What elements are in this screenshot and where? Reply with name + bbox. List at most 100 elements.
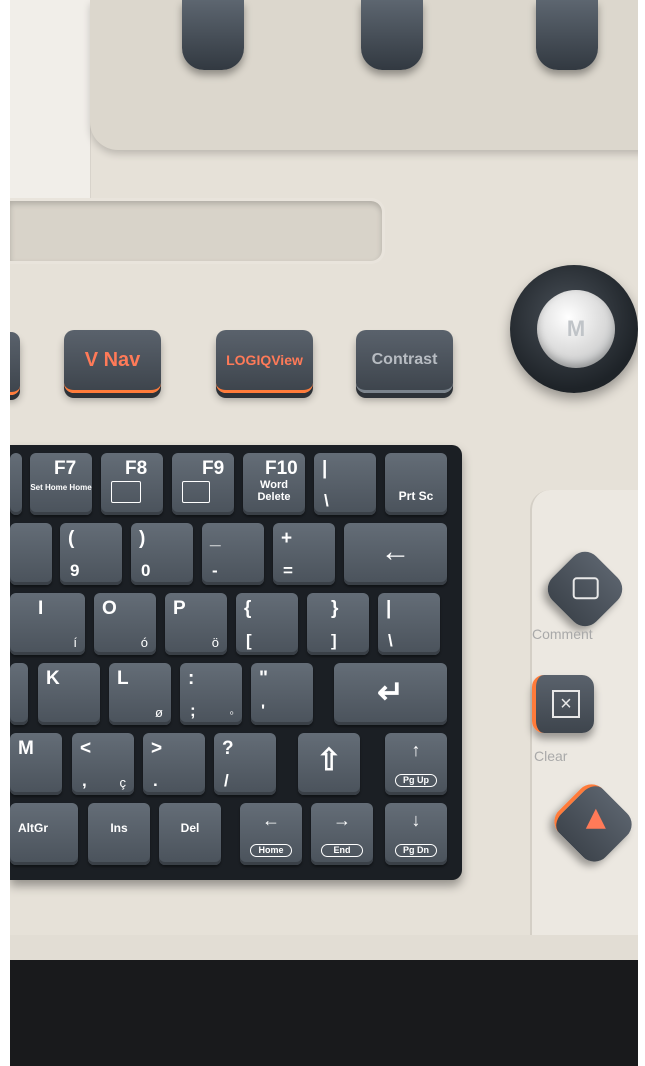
- contrast-button[interactable]: Contrast: [356, 330, 453, 393]
- key-f7-label: F7: [54, 458, 77, 479]
- key-prtsc[interactable]: Prt Sc: [385, 453, 447, 515]
- key-enter[interactable]: ↵: [334, 663, 447, 725]
- key-lt-top: <: [80, 738, 92, 759]
- v-nav-button[interactable]: V Nav: [64, 330, 161, 393]
- key-pgup[interactable]: ↑ Pg Up: [385, 733, 447, 795]
- key-quote[interactable]: " ': [251, 663, 313, 725]
- clear-label: Clear: [534, 748, 568, 764]
- knob-panel: [90, 0, 638, 150]
- key-prtsc-label: Prt Sc: [398, 489, 434, 503]
- clear-button[interactable]: ×: [532, 675, 594, 733]
- key-equals[interactable]: + =: [273, 523, 335, 585]
- key-l-alt: ø: [155, 705, 163, 720]
- logiqview-button[interactable]: LOGIQView: [216, 330, 313, 393]
- key-f8[interactable]: F8: [101, 453, 163, 515]
- key-gt-bottom: .: [153, 771, 158, 790]
- key-backslash-top: |: [386, 598, 392, 619]
- key-colon-alt: ◦: [229, 705, 234, 720]
- key-ins[interactable]: Ins: [88, 803, 150, 865]
- key-equals-top: +: [281, 528, 293, 549]
- page-icon: [111, 481, 141, 503]
- key-question-top: ?: [222, 738, 234, 759]
- key-l[interactable]: L ø: [109, 663, 171, 725]
- key-o[interactable]: O ó: [94, 593, 156, 655]
- key-end-label: End: [321, 844, 363, 857]
- key-backslash-bottom: \: [388, 631, 393, 650]
- key-f10[interactable]: F10 Word Delete: [243, 453, 305, 515]
- key-p-label: P: [173, 598, 186, 619]
- key-altgr[interactable]: AltGr: [10, 803, 78, 865]
- side-panel: Comment × Clear: [530, 490, 638, 965]
- key-right-bracket[interactable]: } ]: [307, 593, 369, 655]
- key-9-top: (: [68, 528, 75, 549]
- keyboard: F7 Set Home Home F8 F9 F10 Word Delete |…: [10, 445, 462, 880]
- partial-button[interactable]: [10, 332, 20, 395]
- key-0-top: ): [139, 528, 146, 549]
- comment-button[interactable]: [541, 545, 629, 633]
- key-rbrace-top: }: [331, 598, 339, 619]
- key-minus-bottom: -: [212, 561, 218, 580]
- trackball[interactable]: M: [537, 290, 615, 368]
- key-f7[interactable]: F7 Set Home Home: [30, 453, 92, 515]
- key-f10-label: F10: [265, 458, 298, 479]
- key-del[interactable]: Del: [159, 803, 221, 865]
- key-f7-sub: Set Home Home: [30, 483, 92, 492]
- key-pipe-top: |: [322, 458, 328, 479]
- key-l-label: L: [117, 668, 129, 689]
- up-arrow-icon: ↑: [411, 740, 421, 760]
- key-rbrace-bottom: ]: [331, 631, 337, 650]
- logiqview-label: LOGIQView: [226, 352, 303, 368]
- key-o-alt: ó: [140, 635, 148, 650]
- key-lt-bottom: ,: [82, 771, 87, 790]
- key-0[interactable]: ) 0: [131, 523, 193, 585]
- rotary-knob[interactable]: [182, 0, 244, 70]
- key-home-label: Home: [250, 844, 292, 857]
- key-p[interactable]: P ö: [165, 593, 227, 655]
- key-lbrace-top: {: [244, 598, 252, 619]
- key-slash[interactable]: ? /: [214, 733, 276, 795]
- shift-arrow-icon: ⇧: [316, 744, 342, 777]
- comment-label: Comment: [532, 626, 593, 642]
- key-i-alt: í: [73, 635, 77, 650]
- enter-arrow-icon: ↵: [377, 674, 404, 710]
- key-9[interactable]: ( 9: [60, 523, 122, 585]
- key-i[interactable]: I í: [10, 593, 85, 655]
- key-partial[interactable]: [10, 523, 52, 585]
- key-backslash[interactable]: | \: [378, 593, 440, 655]
- key-i-label: I: [38, 598, 44, 619]
- key-m-label: M: [18, 738, 34, 759]
- hand-icon: [182, 481, 210, 503]
- key-partial[interactable]: [10, 453, 22, 515]
- key-m[interactable]: M: [10, 733, 62, 795]
- key-lt-alt: ç: [119, 775, 127, 790]
- key-partial[interactable]: [10, 663, 28, 725]
- key-comma[interactable]: < , ç: [72, 733, 134, 795]
- key-pipe-bottom: \: [324, 491, 329, 510]
- key-backslash-pipe[interactable]: | \: [314, 453, 376, 515]
- key-minus-top: _: [210, 528, 221, 549]
- key-period[interactable]: > .: [143, 733, 205, 795]
- key-altgr-label: AltGr: [18, 821, 48, 835]
- key-pgdn-label: Pg Dn: [395, 844, 437, 857]
- pointer-button[interactable]: [547, 777, 638, 869]
- key-f9[interactable]: F9: [172, 453, 234, 515]
- rotary-knob[interactable]: [361, 0, 423, 70]
- key-semicolon[interactable]: : ; ◦: [180, 663, 242, 725]
- ultrasound-console: V Nav LOGIQView Contrast M F7 Set Home H…: [10, 0, 638, 1066]
- key-colon-top: :: [188, 668, 195, 689]
- key-home[interactable]: ← Home: [240, 803, 302, 865]
- contrast-label: Contrast: [371, 351, 438, 368]
- key-pgdn[interactable]: ↓ Pg Dn: [385, 803, 447, 865]
- key-k[interactable]: K: [38, 663, 100, 725]
- key-lbrace-bottom: [: [246, 631, 252, 650]
- rotary-knob[interactable]: [536, 0, 598, 70]
- key-f9-label: F9: [202, 458, 225, 479]
- key-end[interactable]: → End: [311, 803, 373, 865]
- key-shift[interactable]: ⇧: [298, 733, 360, 795]
- key-minus[interactable]: _ -: [202, 523, 264, 585]
- key-backspace[interactable]: ←: [344, 523, 447, 585]
- key-question-bottom: /: [224, 771, 229, 790]
- key-f8-label: F8: [125, 458, 148, 479]
- key-left-bracket[interactable]: { [: [236, 593, 298, 655]
- key-0-bottom: 0: [141, 561, 151, 580]
